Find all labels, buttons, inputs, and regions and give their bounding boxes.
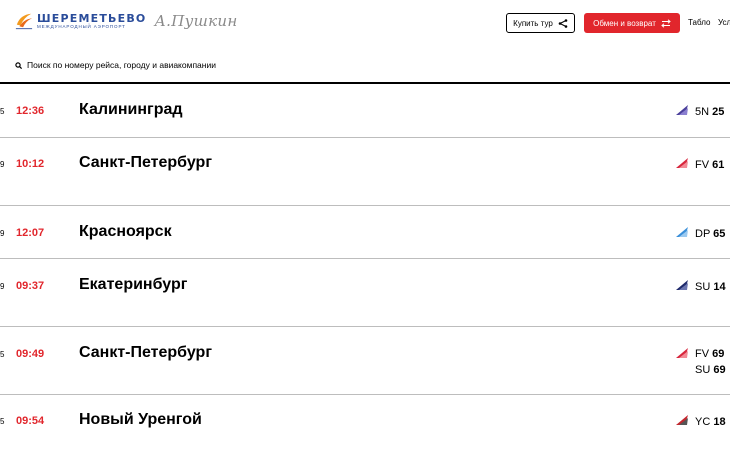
exchange-return-label: Обмен и возврат [593,18,656,28]
flight-number: DP 65 [695,228,726,240]
row-divider [0,205,730,206]
airline-logo-icon [676,227,688,237]
airline-logo-icon [676,280,688,290]
buy-tour-label: Купить тур [513,18,553,28]
row-divider [0,137,730,138]
flight-number: 5N 25 [695,106,725,118]
search-input[interactable] [27,60,327,70]
row-divider [0,258,730,259]
flight-destination: Новый Уренгой [79,411,202,428]
flight-time: 12:36 [16,105,45,117]
flight-terminal: 9 [0,160,5,169]
flight-time: 09:54 [16,415,45,427]
airline-logo-icon [676,415,688,425]
airport-logo-mark-icon [15,13,33,30]
flight-destination: Санкт-Петербург [79,154,212,171]
header: ШЕРЕМЕТЬЕВО МЕЖДУНАРОДНЫЙ АЭРОПОРТ А.Пуш… [0,0,730,50]
flight-time: 10:12 [16,158,45,170]
search-divider [0,82,730,84]
flight-terminal: 5 [0,107,5,116]
row-divider [0,394,730,395]
flight-time: 12:07 [16,227,45,239]
exchange-return-button[interactable]: Обмен и возврат [584,13,680,33]
flight-terminal: 5 [0,417,5,426]
flight-number: YC 18 [695,416,726,428]
search-icon [15,61,22,69]
pushkin-signature: А.Пушкин [154,12,238,30]
flight-search [15,60,327,70]
flight-terminal: 9 [0,229,5,238]
flight-destination: Санкт-Петербург [79,344,212,361]
nav-services-link[interactable]: Усл [718,18,730,27]
flight-terminal: 9 [0,282,5,291]
flight-terminal: 5 [0,350,5,359]
airport-logo[interactable]: ШЕРЕМЕТЬЕВО МЕЖДУНАРОДНЫЙ АЭРОПОРТ А.Пуш… [15,12,238,30]
nav-board-link[interactable]: Табло [688,18,710,27]
row-divider [0,326,730,327]
airline-logo-icon [676,348,688,358]
flight-destination: Красноярск [79,223,172,240]
flight-number: SU 14 [695,281,726,293]
airline-logo-icon [676,158,688,168]
airline-logo-icon [676,105,688,115]
airport-logo-text: ШЕРЕМЕТЬЕВО МЕЖДУНАРОДНЫЙ АЭРОПОРТ [37,13,146,30]
flight-destination: Калининград [79,101,183,118]
flight-number-codeshare: SU 69 [695,364,726,376]
flight-number: FV 61 [695,159,725,171]
swap-arrows-icon [661,18,671,28]
share-icon [558,18,568,28]
airport-name: ШЕРЕМЕТЬЕВО [37,11,147,25]
airport-subtitle: МЕЖДУНАРОДНЫЙ АЭРОПОРТ [37,23,126,29]
flight-time: 09:49 [16,348,45,360]
flight-number: FV 69 [695,348,725,360]
flight-destination: Екатеринбург [79,276,188,293]
buy-tour-button[interactable]: Купить тур [506,13,575,33]
flight-time: 09:37 [16,280,45,292]
